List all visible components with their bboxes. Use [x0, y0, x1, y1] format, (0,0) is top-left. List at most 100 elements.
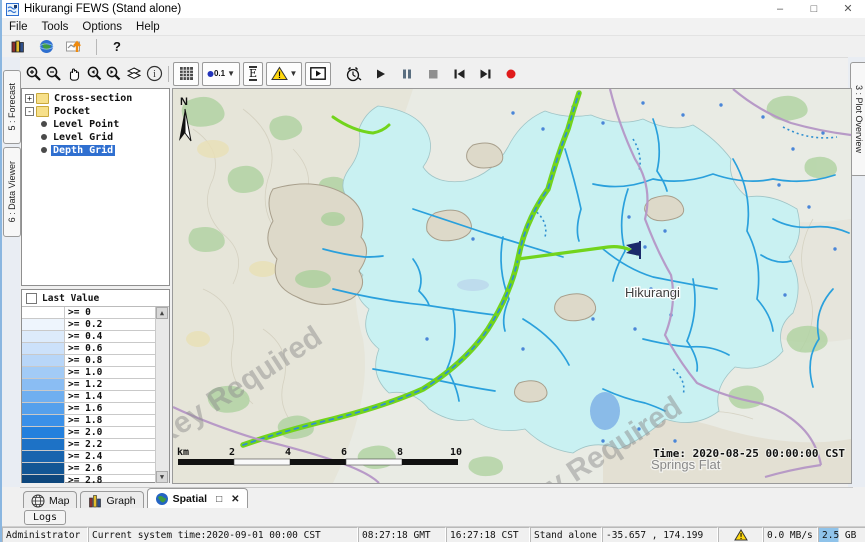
svg-text:!: ! [278, 70, 281, 80]
tab-plot-overview[interactable]: 3 : Plot Overview [850, 62, 865, 176]
grid-display-button[interactable] [173, 62, 199, 86]
stop-icon[interactable] [423, 64, 443, 84]
tree-item-depth-grid[interactable]: Depth Grid [25, 144, 169, 156]
svg-text:2: 2 [229, 447, 235, 458]
menu-tools[interactable]: Tools [35, 21, 76, 33]
svg-text:i: i [153, 69, 156, 80]
status-coordinates: -35.657 , 174.199 [602, 527, 718, 542]
legend-swatch [22, 451, 65, 462]
maximize-button[interactable]: □ [797, 0, 831, 18]
logs-button[interactable]: Logs [24, 510, 66, 525]
folder-icon [36, 106, 49, 117]
legend-row: >= 2.8 [22, 475, 169, 483]
database-icon[interactable] [8, 37, 28, 57]
svg-text:km: km [177, 447, 189, 458]
step-back-icon[interactable] [449, 64, 469, 84]
svg-text:6: 6 [341, 447, 347, 458]
last-value-checkbox[interactable] [26, 293, 37, 304]
map-view[interactable]: API Key Required API Key Required Hikura… [172, 88, 852, 484]
tree-item-level-grid[interactable]: Level Grid [25, 131, 169, 143]
layers-tree-panel: + Cross-section - Pocket Level Point Lev… [21, 88, 170, 286]
zoom-in-icon[interactable] [24, 64, 44, 84]
scroll-down-icon[interactable]: ▼ [156, 471, 168, 483]
tab-graph-label: Graph [106, 495, 135, 507]
record-icon[interactable] [501, 64, 521, 84]
menu-help[interactable]: Help [129, 21, 167, 33]
info-icon[interactable]: i [144, 64, 164, 84]
title-bar: Hikurangi FEWS (Stand alone) – □ ✕ [2, 0, 865, 18]
legend-swatch [22, 475, 65, 483]
scroll-up-icon[interactable]: ▲ [156, 307, 168, 319]
legend-swatch [22, 343, 65, 354]
legend-row: >= 1.8 [22, 415, 169, 427]
svg-text:4: 4 [285, 447, 291, 458]
pan-hand-icon[interactable] [64, 64, 84, 84]
legend-swatch [22, 355, 65, 366]
warning-triangle-icon: ! [734, 529, 748, 541]
legend-row: >= 1.0 [22, 367, 169, 379]
menu-file[interactable]: File [2, 21, 35, 33]
legend-swatch [22, 463, 65, 474]
tree-item-label: Level Point [51, 119, 121, 130]
minimize-button[interactable]: – [763, 0, 797, 18]
legend-swatch [22, 415, 65, 426]
tab-map[interactable]: Map [23, 491, 77, 509]
timeseries-chart-icon[interactable] [64, 37, 84, 57]
expander-icon[interactable]: - [25, 107, 34, 116]
step-forward-icon[interactable] [475, 64, 495, 84]
legend-row: >= 0 [22, 307, 169, 319]
tab-close-icon[interactable]: ✕ [231, 494, 239, 505]
legend-scrollbar[interactable]: ▲ ▼ [155, 307, 169, 483]
tree-item-label: Level Grid [51, 132, 115, 143]
tree-item-pocket[interactable]: - Pocket [25, 105, 169, 117]
expander-icon[interactable]: + [25, 94, 34, 103]
svg-text:8: 8 [397, 447, 403, 458]
map-globe-icon[interactable] [36, 37, 56, 57]
legend-swatch [22, 367, 65, 378]
tab-maximize-icon[interactable]: □ [216, 494, 222, 505]
status-warning[interactable]: ! [718, 527, 763, 542]
node-bullet-icon [41, 147, 47, 153]
close-button[interactable]: ✕ [831, 0, 865, 18]
help-icon[interactable]: ? [109, 39, 125, 54]
legend-row: >= 2.2 [22, 439, 169, 451]
play-icon[interactable] [371, 64, 391, 84]
view-tab-bar: Map Graph Spatial □ ✕ [20, 487, 853, 509]
threshold-value: 0.1 [214, 69, 225, 78]
tab-graph[interactable]: Graph [80, 491, 143, 509]
menu-options[interactable]: Options [75, 21, 129, 33]
animation-window-button[interactable] [305, 62, 331, 86]
legend-row: >= 0.8 [22, 355, 169, 367]
svg-text:10: 10 [450, 447, 462, 458]
zoom-previous-icon[interactable] [84, 64, 104, 84]
last-value-label: Last Value [42, 293, 99, 304]
legend-swatch [22, 379, 65, 390]
legend-swatch [22, 319, 65, 330]
legend-swatch [22, 403, 65, 414]
warnings-dropdown[interactable]: !▼ [266, 62, 302, 86]
application-window: Hikurangi FEWS (Stand alone) – □ ✕ File … [0, 0, 865, 542]
status-bar: Administrator Current system time:2020-0… [2, 526, 865, 542]
zoom-out-icon[interactable] [44, 64, 64, 84]
pause-icon[interactable] [397, 64, 417, 84]
legend-swatch [22, 391, 65, 402]
tree-item-level-point[interactable]: Level Point [25, 118, 169, 130]
window-title: Hikurangi FEWS (Stand alone) [24, 3, 181, 15]
main-toolbar: ? [2, 36, 865, 57]
legend-row: >= 1.6 [22, 403, 169, 415]
legend-row: >= 1.2 [22, 379, 169, 391]
timer-icon[interactable] [343, 64, 363, 84]
zoom-next-icon[interactable] [104, 64, 124, 84]
tree-item-cross-section[interactable]: + Cross-section [25, 92, 169, 104]
tab-data-viewer[interactable]: 6 : Data Viewer [3, 147, 21, 237]
layers-icon[interactable] [124, 64, 144, 84]
tab-forecast[interactable]: 5 : Forecast [3, 70, 21, 144]
contour-threshold-dropdown[interactable]: 0.1▼ [202, 62, 240, 86]
status-mode: Stand alone [530, 527, 602, 542]
status-user: Administrator [2, 527, 88, 542]
legend-scale-button[interactable]: E [243, 62, 263, 86]
legend-row: >= 2.4 [22, 451, 169, 463]
tab-spatial[interactable]: Spatial □ ✕ [147, 488, 248, 509]
app-logo-icon [6, 3, 19, 16]
tab-spatial-label: Spatial [173, 493, 207, 505]
